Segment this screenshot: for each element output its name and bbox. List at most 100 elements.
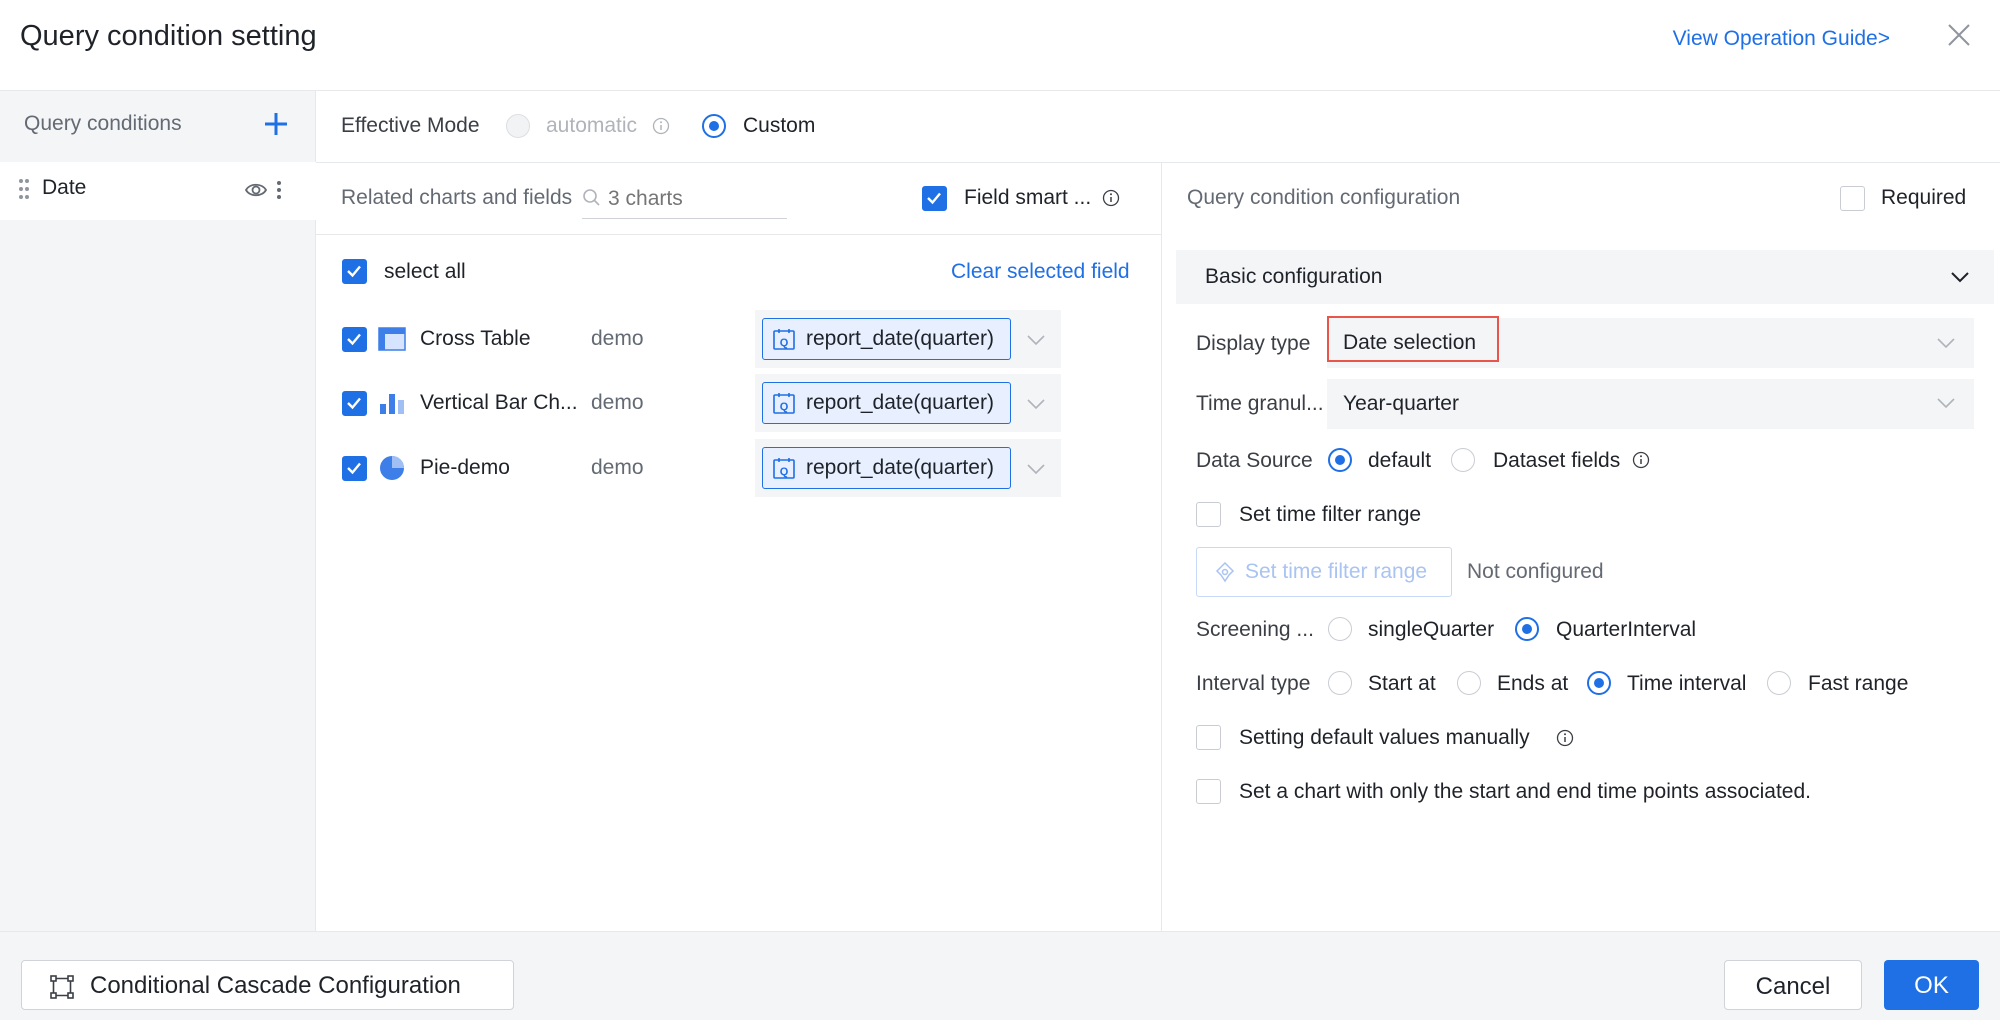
field-tag[interactable]: Q report_date(quarter) xyxy=(762,447,1011,489)
chart-dataset: demo xyxy=(591,456,644,479)
automatic-radio xyxy=(506,114,530,138)
filter-icon xyxy=(1214,561,1236,583)
svg-text:Q: Q xyxy=(780,401,789,413)
field-tag-label: report_date(quarter) xyxy=(806,456,994,479)
interval-type-label: Interval type xyxy=(1196,672,1311,695)
custom-label: Custom xyxy=(743,114,816,137)
required-checkbox[interactable] xyxy=(1840,186,1865,211)
chevron-down-icon[interactable] xyxy=(1936,336,1956,350)
column-divider xyxy=(1161,163,1162,931)
chart-name: Cross Table xyxy=(420,327,531,350)
more-options-icon[interactable] xyxy=(274,178,284,202)
cascade-icon xyxy=(49,974,75,1000)
chevron-down-icon[interactable] xyxy=(1950,270,1970,284)
chart-name: Pie-demo xyxy=(420,456,510,479)
field-smart-checkbox[interactable] xyxy=(922,186,947,211)
custom-radio[interactable] xyxy=(702,114,726,138)
query-conditions-heading: Query conditions xyxy=(24,112,182,135)
ends-at-radio[interactable] xyxy=(1457,671,1481,695)
pie-chart-icon xyxy=(378,454,406,482)
select-all-checkbox[interactable] xyxy=(342,259,367,284)
ok-button[interactable]: OK xyxy=(1884,960,1979,1010)
drag-handle-icon[interactable] xyxy=(16,176,32,202)
cancel-button[interactable]: Cancel xyxy=(1724,960,1862,1010)
quarter-interval-label: QuarterInterval xyxy=(1556,618,1697,641)
date-quarter-icon: Q xyxy=(772,391,796,415)
chart-checkbox[interactable] xyxy=(342,391,367,416)
close-icon[interactable] xyxy=(1944,20,1974,50)
info-icon xyxy=(652,117,670,135)
effective-mode-label: Effective Mode xyxy=(341,114,480,137)
svg-text:Q: Q xyxy=(780,466,789,478)
time-interval-label: Time interval xyxy=(1627,672,1747,695)
start-end-assoc-checkbox[interactable] xyxy=(1196,779,1221,804)
cross-table-icon xyxy=(378,326,406,352)
default-values-checkbox[interactable] xyxy=(1196,725,1221,750)
mode-divider xyxy=(316,162,2000,163)
related-header-divider xyxy=(316,234,1162,235)
chevron-down-icon[interactable] xyxy=(1026,333,1046,347)
filter-range-status: Not configured xyxy=(1467,560,1604,583)
automatic-label: automatic xyxy=(546,114,638,137)
start-end-assoc-label: Set a chart with only the start and end … xyxy=(1239,780,1811,803)
chart-checkbox[interactable] xyxy=(342,327,367,352)
dialog-title: Query condition setting xyxy=(20,20,317,52)
data-source-label: Data Source xyxy=(1196,449,1313,472)
default-label: default xyxy=(1368,449,1432,472)
time-granularity-value: Year-quarter xyxy=(1343,392,1459,415)
default-values-label: Setting default values manually xyxy=(1239,726,1530,749)
set-time-filter-range-label: Set time filter range xyxy=(1245,560,1428,583)
related-charts-label: Related charts and fields xyxy=(341,186,573,209)
cancel-label: Cancel xyxy=(1755,973,1831,1000)
config-header: Query condition configuration xyxy=(1187,186,1461,209)
field-tag-label: report_date(quarter) xyxy=(806,327,994,350)
date-quarter-icon: Q xyxy=(772,327,796,351)
dataset-fields-label: Dataset fields xyxy=(1493,449,1621,472)
add-condition-icon[interactable] xyxy=(262,110,290,138)
view-operation-guide-link[interactable]: View Operation Guide> xyxy=(1673,27,1890,51)
display-type-label: Display type xyxy=(1196,332,1311,355)
set-time-filter-label: Set time filter range xyxy=(1239,503,1422,526)
search-icon xyxy=(582,188,602,208)
set-time-filter-checkbox[interactable] xyxy=(1196,502,1221,527)
display-type-value: Date selection xyxy=(1343,331,1477,354)
svg-text:Q: Q xyxy=(780,337,789,349)
fast-range-radio[interactable] xyxy=(1767,671,1791,695)
time-interval-radio[interactable] xyxy=(1587,671,1611,695)
single-quarter-label: singleQuarter xyxy=(1368,618,1495,641)
chevron-down-icon[interactable] xyxy=(1026,397,1046,411)
visibility-eye-icon[interactable] xyxy=(244,178,268,202)
default-radio[interactable] xyxy=(1328,448,1352,472)
fast-range-label: Fast range xyxy=(1808,672,1909,695)
info-icon xyxy=(1556,729,1574,747)
single-quarter-radio[interactable] xyxy=(1328,617,1352,641)
screening-label: Screening ... xyxy=(1196,618,1314,641)
info-icon xyxy=(1632,451,1650,469)
dataset-fields-radio[interactable] xyxy=(1451,448,1475,472)
chart-search-input[interactable] xyxy=(608,184,786,214)
chart-checkbox[interactable] xyxy=(342,456,367,481)
start-at-radio[interactable] xyxy=(1328,671,1352,695)
required-label: Required xyxy=(1881,186,1967,209)
start-at-label: Start at xyxy=(1368,672,1436,695)
time-granularity-label: Time granul... xyxy=(1196,392,1324,415)
chevron-down-icon[interactable] xyxy=(1026,462,1046,476)
chevron-down-icon[interactable] xyxy=(1936,396,1956,410)
field-smart-label: Field smart ... xyxy=(964,186,1092,209)
field-tag[interactable]: Q report_date(quarter) xyxy=(762,382,1011,424)
date-quarter-icon: Q xyxy=(772,456,796,480)
section-title: Basic configuration xyxy=(1205,265,1383,288)
chart-name: Vertical Bar Ch... xyxy=(420,391,578,414)
search-underline xyxy=(582,218,787,219)
info-icon xyxy=(1102,189,1120,207)
field-tag-label: report_date(quarter) xyxy=(806,391,994,414)
chart-dataset: demo xyxy=(591,327,644,350)
select-all-label: select all xyxy=(384,260,466,283)
sidebar-item-label: Date xyxy=(42,176,87,199)
chart-dataset: demo xyxy=(591,391,644,414)
clear-selected-field-link[interactable]: Clear selected field xyxy=(951,260,1130,284)
bar-chart-icon xyxy=(378,388,406,416)
quarter-interval-radio[interactable] xyxy=(1515,617,1539,641)
ok-label: OK xyxy=(1914,972,1949,999)
field-tag[interactable]: Q report_date(quarter) xyxy=(762,318,1011,360)
